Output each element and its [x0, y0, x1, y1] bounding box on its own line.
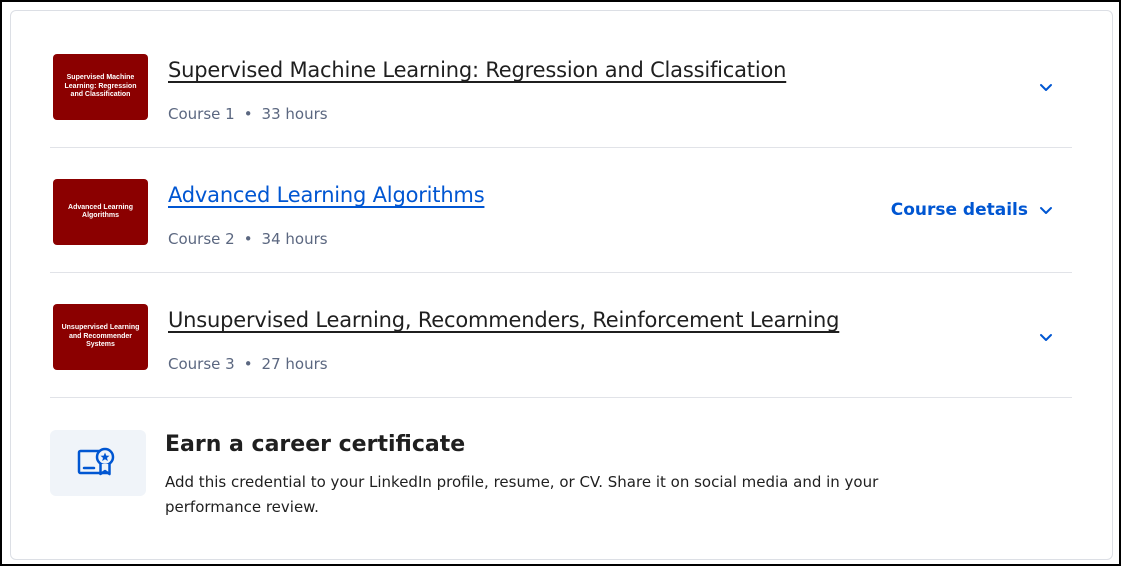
course-meta: Course 1 • 33 hours: [168, 105, 328, 123]
course-number: Course 3: [168, 355, 235, 373]
course-list-card: Supervised Machine Learning: Regression …: [10, 10, 1113, 560]
thumbnail-text: Supervised Machine Learning: Regression …: [64, 74, 137, 99]
chevron-down-icon[interactable]: [1038, 79, 1054, 95]
certificate-icon-box: [50, 430, 146, 496]
course-meta: Course 3 • 27 hours: [168, 355, 328, 373]
course-details-label: Course details: [890, 200, 1028, 220]
course-thumbnail: Supervised Machine Learning: Regression …: [53, 54, 148, 120]
course-title-link[interactable]: Advanced Learning Algorithms: [168, 183, 485, 207]
certificate-description: Add this credential to your LinkedIn pro…: [165, 473, 879, 516]
course-duration: 34 hours: [261, 230, 328, 248]
chevron-down-icon[interactable]: [1038, 329, 1054, 345]
meta-separator: •: [243, 105, 253, 123]
course-row-1[interactable]: Supervised Machine Learning: Regression …: [50, 24, 1072, 148]
chevron-down-icon: [1040, 207, 1052, 214]
course-title-link[interactable]: Supervised Machine Learning: Regression …: [168, 58, 786, 82]
certificate-heading: Earn a career certificate: [165, 432, 466, 457]
course-number: Course 2: [168, 230, 235, 248]
row-divider: [50, 272, 1072, 273]
row-divider: [50, 397, 1072, 398]
career-certificate-section: Earn a career certificate Add this crede…: [50, 401, 1072, 541]
course-row-2[interactable]: Advanced Learning Algorithms Advanced Le…: [50, 149, 1072, 273]
row-divider: [50, 147, 1072, 148]
course-number: Course 1: [168, 105, 235, 123]
course-duration: 33 hours: [261, 105, 328, 123]
meta-separator: •: [243, 230, 253, 248]
meta-separator: •: [243, 355, 253, 373]
thumbnail-text: Unsupervised Learning and Recommender Sy…: [61, 324, 140, 349]
course-row-3[interactable]: Unsupervised Learning and Recommender Sy…: [50, 274, 1072, 398]
thumbnail-text: Advanced Learning Algorithms: [68, 203, 133, 220]
certificate-icon: [77, 447, 115, 476]
course-details-button[interactable]: Course details: [891, 200, 1054, 220]
course-duration: 27 hours: [261, 355, 328, 373]
course-thumbnail: Advanced Learning Algorithms: [53, 179, 148, 245]
course-meta: Course 2 • 34 hours: [168, 230, 328, 248]
course-thumbnail: Unsupervised Learning and Recommender Sy…: [53, 304, 148, 370]
course-title-link[interactable]: Unsupervised Learning, Recommenders, Rei…: [168, 308, 839, 332]
